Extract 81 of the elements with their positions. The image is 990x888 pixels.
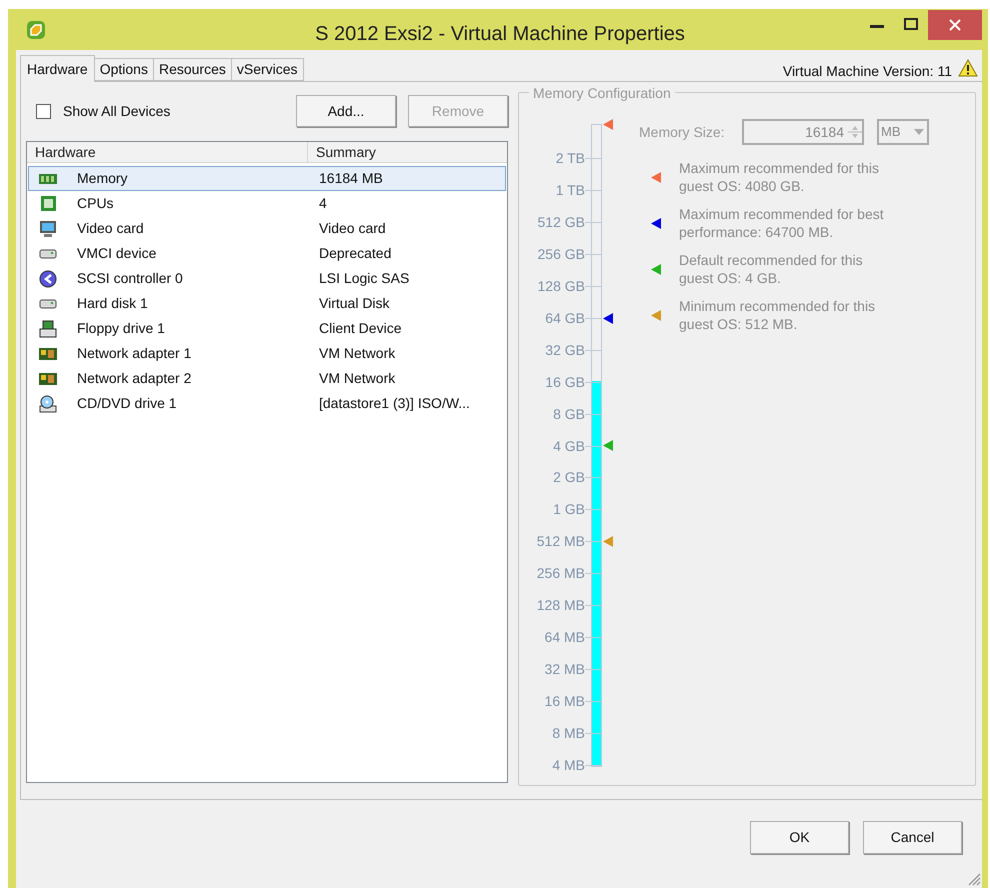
table-cell-text: LSI Logic SAS [319,269,410,288]
legend-text: Minimum recommended for this guest OS: 512 MB. [679,297,876,333]
resize-grip-icon [967,872,981,886]
table-cell-text: Memory [77,169,129,188]
scale-label: 4 GB [553,438,585,454]
scale-label: 256 GB [538,246,585,262]
scale-label: 128 MB [536,597,585,614]
tab[interactable]: Resources [154,58,232,81]
table-cell-text: SCSI controller 0 [77,269,184,288]
dialog-button[interactable]: OK [750,821,849,854]
legend-text: Default recommended for this guest OS: 4 GB. [679,251,864,287]
tab[interactable]: Hardware [20,55,95,82]
scale-label: 512 GB [538,214,585,230]
dropdown-arrow-icon [914,129,924,135]
action-button[interactable]: Add... [296,95,396,127]
dialog-button[interactable]: Cancel [863,821,962,854]
disc-drive-icon [38,394,58,414]
table-cell-text: Video card [319,219,386,238]
scale-label: 512 MB [536,533,585,550]
scale-label: 2 GB [553,469,585,486]
scale-label: 16 GB [545,374,585,390]
table-cell-text: 4 [319,194,327,213]
table-row[interactable]: Hard disk 1 Virtual Disk [28,291,506,316]
table-row[interactable]: Network adapter 1 VM Network [28,341,506,366]
scale-label: 2 TB [556,150,585,166]
maximize-icon[interactable] [904,18,918,30]
version-label: Virtual Machine Version: 11 [782,62,952,81]
scale-label: 8 GB [553,406,585,422]
scale-label: 128 GB [538,278,585,294]
table-cell-text: 16184 MB [319,169,383,188]
minimize-icon[interactable] [870,25,884,29]
table-cell-text: [datastore1 (3)] ISO/W... [319,394,470,413]
legend-text: Maximum recommended for this guest OS: 4080 GB. [679,159,880,195]
monitor-icon [38,218,58,238]
table-row[interactable]: Network adapter 2 VM Network [28,366,506,391]
window-title: S 2012 Exsi2 - Virtual Machine Properties [314,22,686,47]
table-row[interactable]: Floppy drive 1 Client Device [28,316,506,341]
table-row[interactable]: VMCI device Deprecated [28,241,506,266]
table-cell-text: Floppy drive 1 [77,319,166,338]
table-cell-text: CD/DVD drive 1 [77,394,178,413]
table-cell-text: Network adapter 1 [77,344,192,363]
scale-label: 64 MB [544,629,585,646]
table-row[interactable]: CPUs 4 [28,191,506,216]
table-row[interactable]: Video card Video card [28,216,506,241]
table-cell-text: Virtual Disk [319,294,390,313]
tab[interactable]: vServices [232,58,304,81]
scale-label: 1 GB [553,501,585,518]
checkbox[interactable] [36,104,51,118]
table-cell-text: Client Device [319,319,402,338]
table-cell-text: VMCI device [77,244,158,263]
chip-icon [38,194,58,214]
tab[interactable]: Options [94,58,154,81]
legend-text: Maximum recommended for best performance: 64700 MB. [679,205,885,241]
scale-label: 4 MB [552,757,585,773]
close-button[interactable] [928,10,982,40]
app-logo-icon [26,20,46,40]
table-row[interactable]: CD/DVD drive 1 [datastore1 (3)] ISO/W... [28,391,506,416]
column-header[interactable]: Summary [308,142,507,162]
scale-label: 64 GB [545,310,585,326]
scale-label: 16 MB [544,693,585,710]
scale-label: 32 GB [545,342,585,358]
table-row[interactable]: SCSI controller 0 LSI Logic SAS [28,266,506,291]
table-cell-text: CPUs [77,194,115,213]
close-icon [949,19,961,31]
table-cell-text: VM Network [319,344,396,363]
scale-label: 32 MB [544,661,585,678]
table-cell-text: Deprecated [319,244,392,263]
scale-label: 8 MB [552,725,585,742]
floppy-drive-icon [38,318,58,338]
warning-icon [958,59,978,77]
scale-label: 1 TB [556,182,585,198]
table-cell-text: Hard disk 1 [77,294,149,313]
table-cell-text: Video card [77,219,145,238]
table-cell-text: Network adapter 2 [77,369,192,388]
slider-track[interactable] [591,124,602,767]
checkbox-label: Show All Devices [63,102,170,120]
column-header[interactable]: Hardware [27,142,308,162]
memory-size-label: Memory Size: [639,122,726,142]
scale-label: 256 MB [536,565,585,582]
table-cell-text: VM Network [319,369,396,388]
table-row[interactable]: Memory 16184 MB [28,166,506,191]
